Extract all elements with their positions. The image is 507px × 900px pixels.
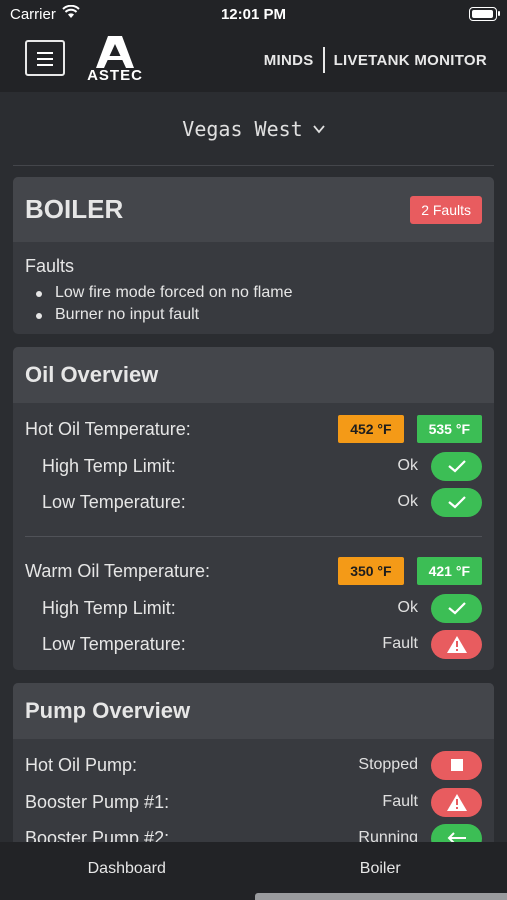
astec-logo: ASTEC [78, 36, 152, 84]
brand-separator [322, 47, 325, 73]
oil-overview-title: Oil Overview [25, 362, 159, 387]
warm-oil-setpoint-temp: 421 °F [416, 557, 482, 585]
brand-right: LIVETANK MONITOR [333, 51, 487, 69]
faults-label: Faults [25, 256, 75, 276]
pump-overview-title: Pump Overview [25, 698, 191, 723]
ok-status-pill[interactable] [431, 487, 482, 517]
hamburger-menu-button[interactable] [25, 40, 65, 76]
oil-overview-header: Oil Overview [13, 347, 494, 403]
hot-oil-current-temp: 452 °F [338, 415, 404, 443]
pump-row: Booster Pump #1: Fault [25, 787, 482, 817]
hot-oil-low-temp-row: Low Temperature: Ok [25, 487, 482, 517]
battery-icon [469, 7, 500, 21]
check-icon [447, 460, 466, 473]
app-bar: ASTEC MINDS LIVETANK MONITOR [0, 30, 507, 92]
boiler-title: BOILER [25, 194, 124, 224]
fault-status-pill[interactable] [431, 787, 482, 817]
pump-status: Fault [382, 793, 418, 810]
oil-overview-card: Oil Overview Hot Oil Temperature: 452 °F… [13, 347, 494, 670]
pump-status: Stopped [358, 756, 418, 773]
status-bar: Carrier 12:01 PM [0, 0, 507, 30]
section-divider [25, 536, 482, 537]
astec-logo-mark [96, 36, 134, 68]
high-temp-limit-label: High Temp Limit: [42, 455, 176, 476]
brand-title: MINDS LIVETANK MONITOR [264, 47, 487, 73]
ok-status-pill[interactable] [431, 451, 482, 481]
boiler-card: BOILER 2 Faults Faults Low fire mode for… [13, 177, 494, 334]
warm-oil-high-temp-row: High Temp Limit: Ok [25, 593, 482, 623]
pump-label: Booster Pump #1: [25, 791, 170, 812]
low-temp-status: Ok [397, 493, 418, 510]
chevron-down-icon [313, 125, 325, 134]
warm-oil-temperature-label: Warm Oil Temperature: [25, 560, 211, 581]
high-temp-status: Ok [397, 599, 418, 616]
location-name: Vegas West [182, 117, 303, 141]
tab-dashboard[interactable]: Dashboard [0, 842, 254, 900]
hot-oil-temperature-row: Hot Oil Temperature: 452 °F 535 °F [25, 414, 482, 444]
fault-status-pill[interactable] [431, 629, 482, 659]
location-selector[interactable]: Vegas West [0, 92, 507, 166]
stop-icon [450, 759, 463, 771]
low-temperature-label: Low Temperature: [42, 633, 186, 654]
clock: 12:01 PM [220, 6, 287, 23]
ok-status-pill[interactable] [431, 593, 482, 623]
pump-label: Hot Oil Pump: [25, 754, 138, 775]
hot-oil-setpoint-temp: 535 °F [416, 415, 482, 443]
high-temp-limit-label: High Temp Limit: [42, 597, 176, 618]
faults-badge[interactable]: 2 Faults [410, 195, 482, 224]
logo-text: ASTEC [87, 67, 143, 84]
warning-icon [446, 793, 467, 811]
hot-oil-temperature-label: Hot Oil Temperature: [25, 418, 191, 439]
hot-oil-high-temp-row: High Temp Limit: Ok [25, 451, 482, 481]
pump-row: Hot Oil Pump: Stopped [25, 750, 482, 780]
divider [13, 165, 494, 166]
tab-boiler[interactable]: Boiler [254, 842, 507, 900]
bottom-navigation: Dashboard Boiler [0, 842, 507, 900]
low-temp-status: Fault [382, 635, 418, 652]
fault-item: Burner no input fault [36, 304, 482, 326]
brand-left: MINDS [263, 51, 314, 69]
warm-oil-current-temp: 350 °F [338, 557, 404, 585]
faults-list: Low fire mode forced on no flame Burner … [25, 282, 482, 326]
warning-icon [446, 635, 467, 653]
high-temp-status: Ok [397, 457, 418, 474]
boiler-card-header: BOILER 2 Faults [13, 177, 494, 242]
warm-oil-low-temp-row: Low Temperature: Fault [25, 629, 482, 659]
check-icon [447, 496, 466, 509]
pump-overview-header: Pump Overview [13, 683, 494, 739]
low-temperature-label: Low Temperature: [42, 491, 186, 512]
faults-section: Faults Low fire mode forced on no flame … [13, 242, 494, 326]
check-icon [447, 602, 466, 615]
fault-item: Low fire mode forced on no flame [36, 282, 482, 304]
warm-oil-temperature-row: Warm Oil Temperature: 350 °F 421 °F [25, 556, 482, 586]
home-indicator [255, 893, 507, 900]
stopped-status-pill[interactable] [431, 750, 482, 780]
